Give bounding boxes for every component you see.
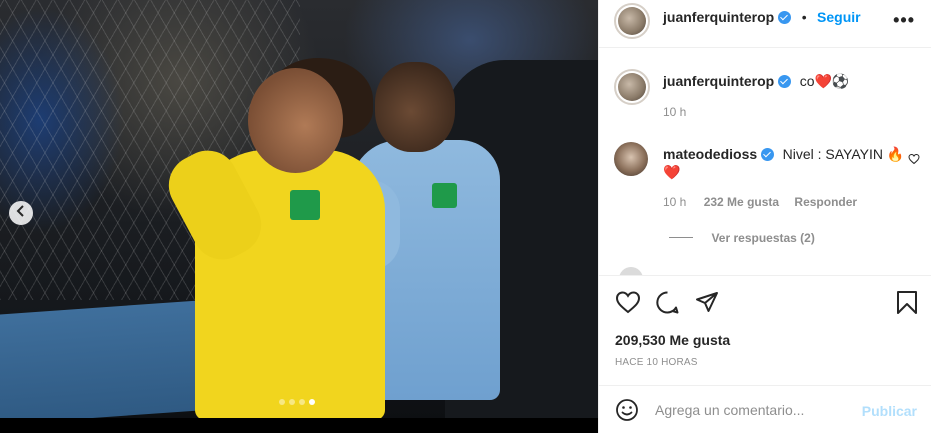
post-side-panel: juanferquinterop • Seguir ••• juanferqui… <box>598 0 931 433</box>
separator-dot: • <box>801 9 807 25</box>
view-replies[interactable]: Ver respuestas (2) <box>669 229 815 247</box>
follow-button[interactable]: Seguir <box>817 9 861 25</box>
carousel-dot <box>279 399 285 405</box>
comment-reply-button[interactable]: Responder <box>794 195 857 209</box>
likes-count[interactable]: 209,530 Me gusta <box>615 332 730 348</box>
carousel-prev-button[interactable] <box>9 201 33 225</box>
chevron-left-icon <box>16 204 26 222</box>
post-actions: 209,530 Me gusta HACE 10 HORAS <box>599 275 931 385</box>
verified-badge-icon <box>778 11 792 24</box>
verified-badge-icon <box>778 75 792 88</box>
commenter-avatar[interactable] <box>614 142 648 176</box>
heart-icon[interactable] <box>615 290 641 319</box>
comment-likes[interactable]: 232 Me gusta <box>704 195 779 209</box>
comment-time[interactable]: 10 h <box>663 195 686 209</box>
comment-composer: Publicar <box>599 385 931 433</box>
more-options-icon[interactable]: ••• <box>893 10 915 31</box>
view-replies-label[interactable]: Ver respuestas (2) <box>711 231 814 245</box>
carousel-indicator <box>279 399 315 405</box>
caption-text: co <box>799 73 815 89</box>
comment-input[interactable] <box>655 400 855 420</box>
caption-emoji: ❤️⚽ <box>814 73 850 89</box>
carousel-dot-active <box>309 399 315 405</box>
bookmark-icon[interactable] <box>896 290 918 320</box>
publish-button[interactable]: Publicar <box>862 403 917 419</box>
emoji-icon[interactable] <box>615 398 639 427</box>
post-timestamp[interactable]: HACE 10 HORAS <box>615 357 698 368</box>
comment-icon[interactable] <box>655 290 680 320</box>
comment-like-heart-icon[interactable] <box>908 152 920 165</box>
photo-badge-blue <box>432 183 457 208</box>
carousel-dot <box>289 399 295 405</box>
comment-text: Nivel : SAYAYIN 🔥 <box>782 146 905 162</box>
verified-badge-icon <box>761 148 775 161</box>
post-header: juanferquinterop • Seguir ••• <box>599 0 931 48</box>
comments-section: juanferquinterop co❤️⚽ 10 h mateodedioss… <box>599 49 931 275</box>
caption-avatar[interactable] <box>614 69 650 105</box>
share-icon[interactable] <box>695 290 719 319</box>
photo-bottom-strip <box>0 418 598 433</box>
comment-meta: 10 h 232 Me gusta Responder <box>663 195 857 209</box>
caption-time[interactable]: 10 h <box>663 105 686 119</box>
comment-author[interactable]: mateodedioss <box>663 146 757 162</box>
comment-item: mateodedioss Nivel : SAYAYIN 🔥 <box>663 146 904 164</box>
photo-figure-blue-head <box>375 62 455 152</box>
next-comment-clipped <box>619 267 919 275</box>
author-username[interactable]: juanferquinterop <box>663 9 774 25</box>
carousel-dot <box>299 399 305 405</box>
photo-badge-yellow <box>290 190 320 220</box>
replies-line <box>669 237 693 239</box>
caption: juanferquinterop co❤️⚽ <box>663 73 849 91</box>
post-photo[interactable] <box>0 0 598 433</box>
caption-author[interactable]: juanferquinterop <box>663 73 774 89</box>
comment-emoji-line: ❤️ <box>663 164 681 180</box>
author-avatar[interactable] <box>614 3 650 39</box>
photo-figure-yellow-head <box>248 68 343 173</box>
